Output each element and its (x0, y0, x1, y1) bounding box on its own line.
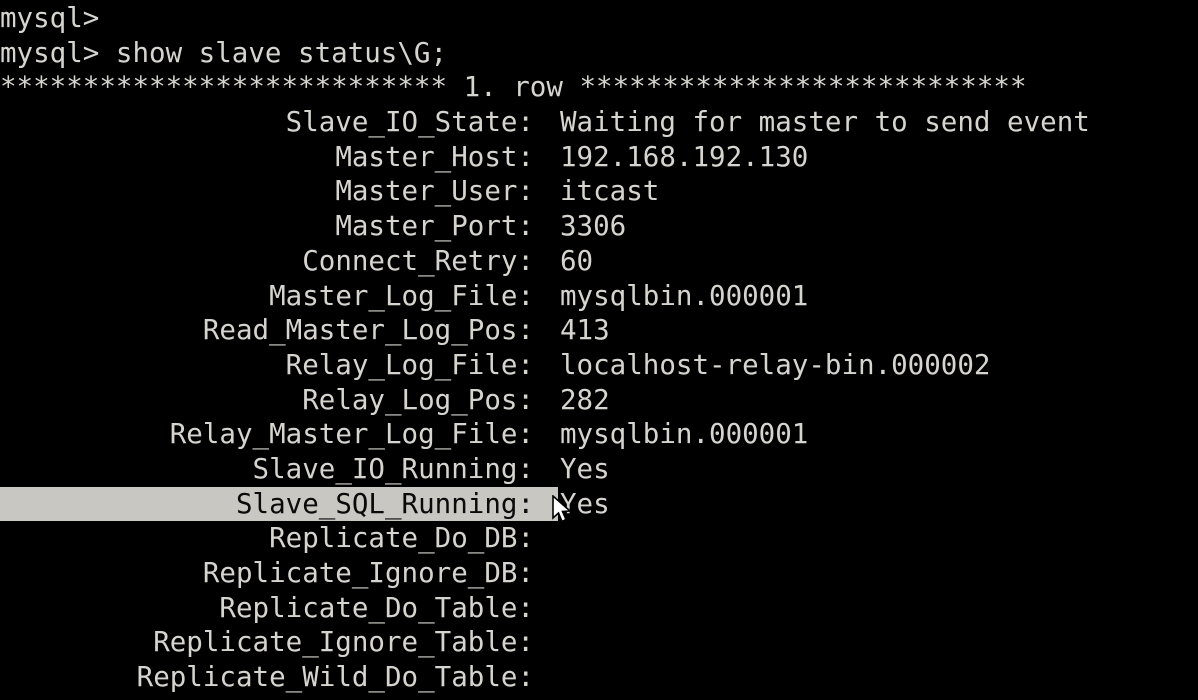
status-field-row[interactable]: Read_Master_Log_Pos: 413 (0, 313, 1198, 348)
terminal-output: mysql> mysql> show slave status\G; *****… (0, 1, 1198, 695)
status-field-label: Replicate_Do_DB: (269, 522, 534, 555)
status-field-label: Master_Host: (335, 140, 534, 173)
status-field-row[interactable]: Master_Log_File: mysqlbin.000001 (0, 279, 1198, 314)
status-field-label: Relay_Master_Log_File: (169, 418, 534, 451)
status-field-label: Slave_SQL_Running: (0, 486, 534, 522)
status-field-value: itcast (560, 175, 660, 208)
status-field-value: Waiting for master to send event (560, 106, 1090, 139)
status-field-value: mysqlbin.000001 (560, 418, 809, 451)
status-field-value: Yes (560, 452, 610, 485)
status-field-label: Replicate_Ignore_DB: (202, 557, 534, 589)
row-separator: *************************** 1. row *****… (0, 71, 1027, 104)
status-field-value: localhost-relay-bin.000002 (560, 348, 991, 381)
status-field-row[interactable]: Slave_IO_State: Waiting for master to sen… (0, 105, 1198, 140)
command-line: mysql> show slave status\G; (0, 36, 448, 69)
status-field-value: 413 (560, 314, 610, 347)
status-field-row[interactable]: Master_User: itcast (0, 174, 1198, 209)
status-field-label: Master_Log_File: (269, 279, 534, 312)
status-field-label: Slave_IO_State: (285, 106, 534, 139)
prompt-line-empty: mysql> (0, 2, 100, 34)
status-field-row[interactable]: Replicate_Ignore_Table: (0, 625, 1198, 660)
status-field-label: Replicate_Ignore_Table: (153, 626, 534, 659)
status-field-row[interactable]: Slave_SQL_Running: Yes (0, 486, 1198, 522)
status-field-label: Master_User: (335, 175, 534, 208)
status-field-row[interactable]: Relay_Log_Pos: 282 (0, 383, 1198, 418)
status-field-label: Master_Port: (335, 210, 534, 243)
status-field-row[interactable]: Connect_Retry: 60 (0, 244, 1198, 279)
status-field-value: mysqlbin.000001 (560, 279, 809, 312)
status-field-label: Read_Master_Log_Pos: (202, 314, 534, 347)
status-field-label: Relay_Log_File: (285, 348, 534, 381)
status-field-value: Yes (560, 487, 610, 520)
status-field-label: Relay_Log_Pos: (302, 383, 534, 416)
status-field-value: 192.168.192.130 (560, 140, 809, 173)
status-field-row[interactable]: Replicate_Do_DB: (0, 521, 1198, 556)
status-field-row[interactable]: Master_Port: 3306 (0, 209, 1198, 244)
terminal-window[interactable]: mysql> mysql> show slave status\G; *****… (0, 0, 1198, 700)
status-field-value: 282 (560, 383, 610, 416)
status-field-value: 60 (560, 244, 594, 277)
status-field-label: Replicate_Do_Table: (219, 591, 534, 624)
status-field-label: Slave_IO_Running: (252, 452, 534, 485)
status-field-row[interactable]: Relay_Log_File: localhost-relay-bin.00000… (0, 348, 1198, 383)
status-field-row[interactable]: Replicate_Ignore_DB: (0, 556, 1198, 591)
status-field-label: Replicate_Wild_Do_Table: (136, 661, 534, 694)
status-field-row[interactable]: Relay_Master_Log_File: mysqlbin.000001 (0, 417, 1198, 452)
status-field-row[interactable]: Master_Host: 192.168.192.130 (0, 140, 1198, 175)
status-field-row[interactable]: Slave_IO_Running: Yes (0, 452, 1198, 487)
status-field-row[interactable]: Replicate_Wild_Do_Table: (0, 660, 1198, 695)
status-field-label: Connect_Retry: (302, 244, 534, 277)
status-field-list: Slave_IO_State: Waiting for master to sen… (0, 105, 1198, 695)
status-field-value: 3306 (560, 210, 627, 243)
status-field-row[interactable]: Replicate_Do_Table: (0, 591, 1198, 626)
